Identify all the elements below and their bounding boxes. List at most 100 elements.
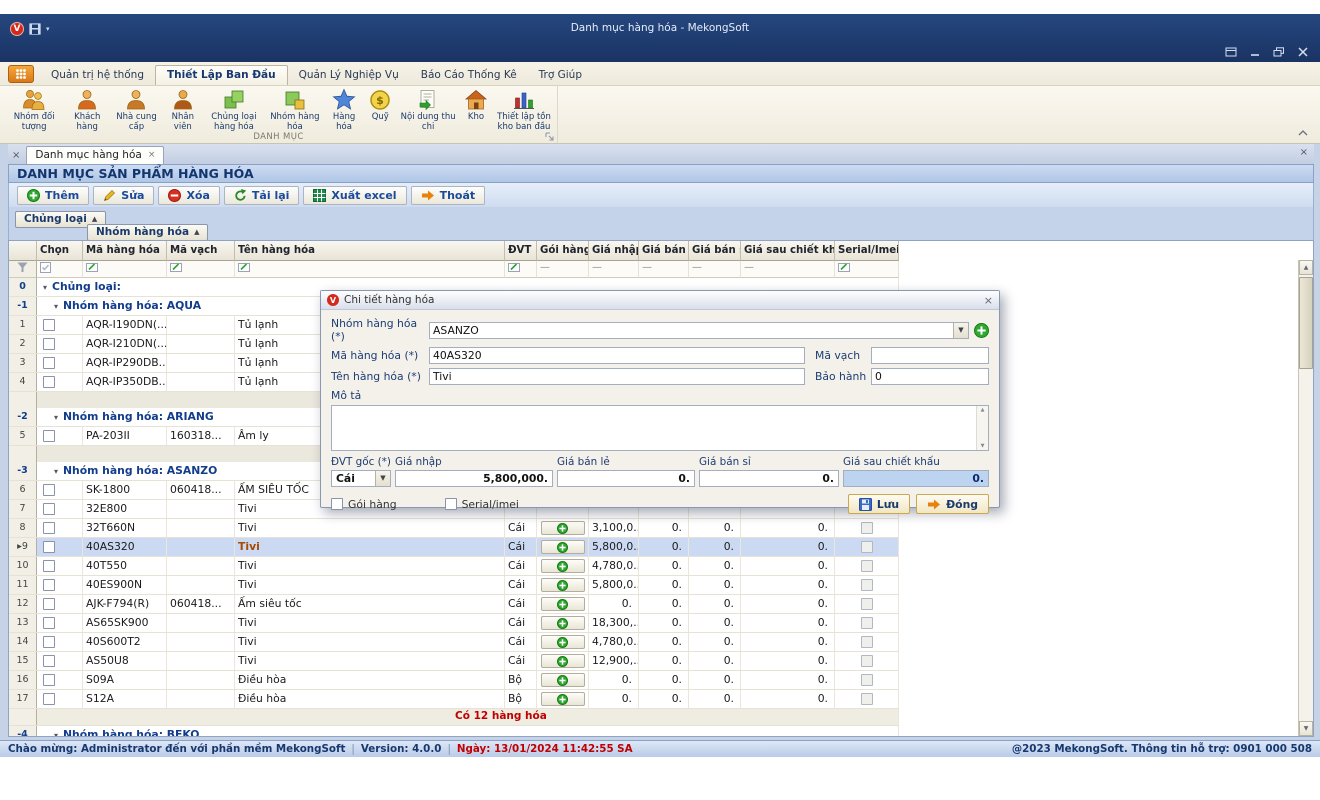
table-row[interactable]: 1440S600T2TiviCái4,780,0...0.0.0. <box>9 633 899 652</box>
package-checkbox[interactable] <box>331 498 343 510</box>
row-checkbox[interactable] <box>43 484 55 496</box>
row-checkbox[interactable] <box>43 319 55 331</box>
serial-checkbox[interactable] <box>861 655 873 667</box>
table-row[interactable]: 832T660NTiviCái3,100,0...0.0.0. <box>9 519 899 538</box>
collapse-caret-icon[interactable]: ▾ <box>54 467 58 476</box>
table-row[interactable]: 16S09AĐiều hòaBộ0.0.0.0. <box>9 671 899 690</box>
product-code-input[interactable]: 40AS320 <box>429 347 805 364</box>
close-all-tabs-icon[interactable]: × <box>12 150 20 161</box>
package-add-button[interactable] <box>541 540 585 554</box>
window-options-icon[interactable] <box>1224 46 1238 58</box>
collapse-caret-icon[interactable]: ▾ <box>54 302 58 311</box>
window-minimize-icon[interactable] <box>1248 46 1262 58</box>
edit-filter-icon[interactable] <box>505 261 537 278</box>
vertical-scrollbar[interactable]: ▲ ▼ <box>1298 260 1313 736</box>
discount-price-input[interactable]: 0. <box>843 470 989 487</box>
filter-cell[interactable]: — <box>741 261 835 278</box>
row-checkbox[interactable] <box>43 579 55 591</box>
table-row[interactable]: 15AS50U8TiviCái12,900,...0.0.0. <box>9 652 899 671</box>
column-header-gia-sau-chiet-khau[interactable]: Giá sau chiết khấu <box>741 241 835 261</box>
ribbon-tab-tro-giup[interactable]: Trợ Giúp <box>528 66 593 85</box>
table-row[interactable]: 13AS65SK900TiviCái18,300,...0.0.0. <box>9 614 899 633</box>
serial-checkbox[interactable] <box>861 560 873 572</box>
ribbon-button-hang-hoa[interactable]: Hàng hóa <box>325 87 363 133</box>
collapse-caret-icon[interactable]: ▾ <box>43 283 47 292</box>
add-product-group-button[interactable] <box>974 323 989 338</box>
window-restore-icon[interactable] <box>1272 46 1286 58</box>
filter-cell[interactable]: — <box>639 261 689 278</box>
row-checkbox[interactable] <box>43 376 55 388</box>
serial-checkbox[interactable] <box>445 498 457 510</box>
row-checkbox[interactable] <box>43 598 55 610</box>
serial-checkbox[interactable] <box>861 636 873 648</box>
window-close-icon[interactable] <box>1296 46 1310 58</box>
chevron-down-icon[interactable]: ▼ <box>375 471 390 486</box>
filter-cell[interactable]: — <box>537 261 589 278</box>
package-add-button[interactable] <box>541 559 585 573</box>
tab-close-icon[interactable]: × <box>148 150 156 160</box>
serial-checkbox[interactable] <box>861 541 873 553</box>
column-header-gia-ban-le[interactable]: Giá bán lẻ <box>639 241 689 261</box>
funnel-icon[interactable] <box>9 261 37 278</box>
edit-filter-icon[interactable] <box>235 261 505 278</box>
serial-checkbox[interactable] <box>861 579 873 591</box>
retail-price-input[interactable]: 0. <box>557 470 695 487</box>
dialog-titlebar[interactable]: V Chi tiết hàng hóa × <box>321 291 999 310</box>
unit-combobox[interactable]: Cái ▼ <box>331 470 391 487</box>
ribbon-tab-quan-tri-he-thong[interactable]: Quản trị hệ thống <box>40 66 155 85</box>
ribbon-button-nhom-hang-hoa[interactable]: Nhóm hàng hóa <box>265 87 325 133</box>
barcode-input[interactable] <box>871 347 989 364</box>
column-header-ma-vach[interactable]: Mã vạch <box>167 241 235 261</box>
textarea-scrollbar[interactable]: ▲▼ <box>976 406 988 450</box>
column-header-gia-nhap[interactable]: Giá nhập <box>589 241 639 261</box>
toolbar-button-them[interactable]: Thêm <box>17 186 89 205</box>
row-checkbox[interactable] <box>43 674 55 686</box>
ribbon-button-thiet-lap-ton-kho-ban-au[interactable]: Thiết lập tồn kho ban đầu <box>493 87 555 133</box>
column-header-serial-imei[interactable]: Serial/Imei <box>835 241 899 261</box>
package-add-button[interactable] <box>541 654 585 668</box>
product-name-input[interactable]: Tivi <box>429 368 805 385</box>
dialog-launcher-icon[interactable] <box>545 132 554 141</box>
package-add-button[interactable] <box>541 692 585 706</box>
ribbon-button-khach-hang[interactable]: Khách hàng <box>64 87 110 133</box>
filter-cell[interactable]: — <box>689 261 741 278</box>
group-chip-nhom-hang-hoa[interactable]: Nhóm hàng hóa▲ <box>87 224 208 241</box>
ribbon-collapse-icon[interactable] <box>1298 129 1308 137</box>
toolbar-button-sua[interactable]: Sửa <box>93 186 154 205</box>
scroll-up-icon[interactable]: ▲ <box>977 407 988 413</box>
edit-filter-icon[interactable] <box>167 261 235 278</box>
filter-cell[interactable]: — <box>589 261 639 278</box>
column-header-vt[interactable]: ĐVT <box>505 241 537 261</box>
row-checkbox[interactable] <box>43 430 55 442</box>
check-filter-icon[interactable] <box>37 261 83 278</box>
package-add-button[interactable] <box>541 616 585 630</box>
column-header-goi-hang[interactable]: Gói hàng <box>537 241 589 261</box>
purchase-price-input[interactable]: 5,800,000. <box>395 470 553 487</box>
table-row[interactable]: 1140ES900NTiviCái5,800,0...0.0.0. <box>9 576 899 595</box>
row-checkbox[interactable] <box>43 636 55 648</box>
document-tab-danh-muc-hang-hoa[interactable]: Danh mục hàng hóa × <box>26 146 164 164</box>
row-checkbox[interactable] <box>43 357 55 369</box>
product-group-combobox[interactable]: ASANZO ▼ <box>429 322 969 339</box>
toolbar-button-tai-lai[interactable]: Tải lại <box>224 186 300 205</box>
edit-filter-icon[interactable] <box>83 261 167 278</box>
package-add-button[interactable] <box>541 597 585 611</box>
scroll-down-icon[interactable]: ▼ <box>1299 721 1313 736</box>
row-checkbox[interactable] <box>43 503 55 515</box>
ribbon-button-quy[interactable]: $Quỹ <box>363 87 397 124</box>
collapse-caret-icon[interactable]: ▾ <box>54 413 58 422</box>
ribbon-button-nhom-oi-tuong[interactable]: Nhóm đối tượng <box>4 87 64 133</box>
serial-checkbox[interactable] <box>861 598 873 610</box>
table-row[interactable]: 12AJK-F794(R)060418...Ấm siêu tốcCái0.0.… <box>9 595 899 614</box>
package-add-button[interactable] <box>541 521 585 535</box>
edit-filter-icon[interactable] <box>835 261 899 278</box>
row-checkbox[interactable] <box>43 617 55 629</box>
serial-checkbox[interactable] <box>861 693 873 705</box>
serial-checkbox[interactable] <box>861 617 873 629</box>
close-button[interactable]: Đóng <box>916 494 989 514</box>
column-header-gia-ban-si[interactable]: Giá bán sỉ <box>689 241 741 261</box>
ribbon-tab-bao-cao-thong-ke[interactable]: Báo Cáo Thống Kê <box>410 66 528 85</box>
serial-checkbox[interactable] <box>861 674 873 686</box>
package-add-button[interactable] <box>541 578 585 592</box>
row-checkbox[interactable] <box>43 560 55 572</box>
